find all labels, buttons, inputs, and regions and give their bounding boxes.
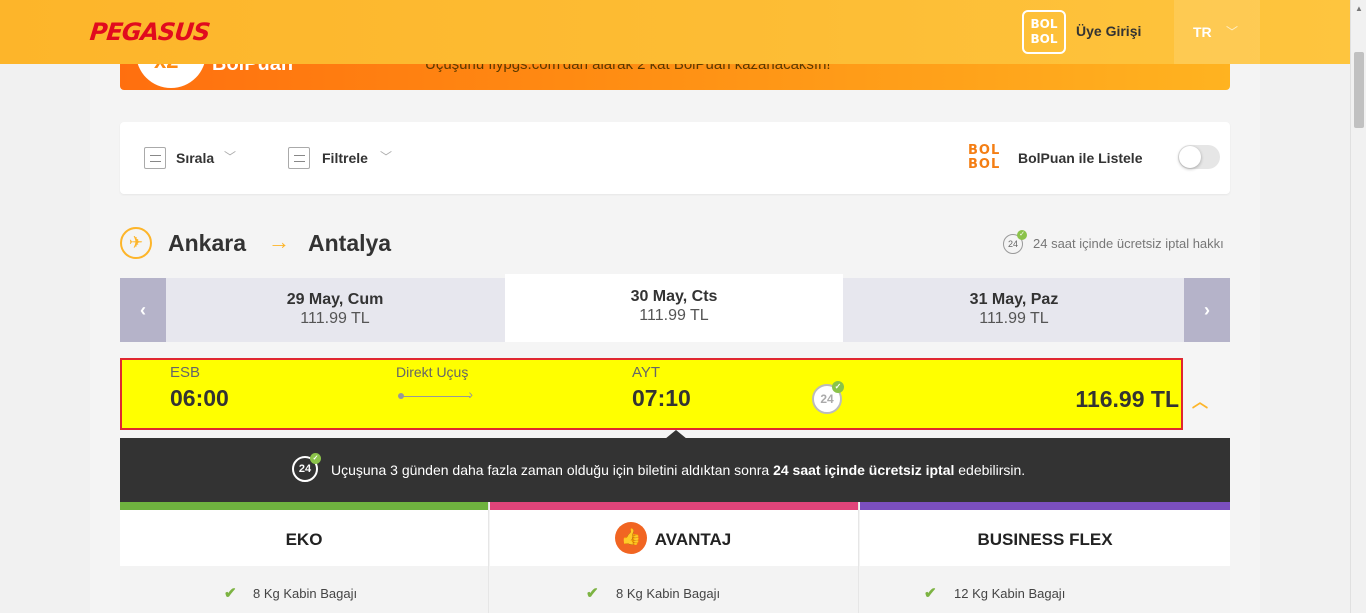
plane-icon: ✈ (120, 227, 152, 259)
chevron-down-icon[interactable]: ﹀ (380, 148, 392, 165)
prev-date-button[interactable]: ‹ (120, 278, 166, 342)
cancel-icon-label: 24 (1007, 239, 1018, 249)
date-option[interactable]: 31 May, Paz 111.99 TL (844, 278, 1184, 342)
filter-icon[interactable] (288, 147, 310, 169)
check-icon: ✓ (832, 381, 844, 393)
fare-feature: 12 Kg Kabin Bagajı (954, 586, 1066, 601)
route-origin: Ankara (168, 230, 246, 256)
date-option-selected[interactable]: 30 May, Cts 111.99 TL (505, 274, 843, 342)
date-option[interactable]: 29 May, Cum 111.99 TL (166, 278, 504, 342)
toggle-knob (1179, 146, 1201, 168)
check-icon: ✓ (1017, 230, 1027, 240)
scrollbar-thumb[interactable] (1354, 52, 1364, 128)
free-cancel-info-bar: 24 ✓ Uçuşuna 3 günden daha fazla zaman o… (120, 438, 1230, 502)
free-cancel-24h-icon: 24 ✓ (292, 453, 321, 482)
date-price: 111.99 TL (639, 307, 709, 324)
fare-business-flex[interactable]: BUSINESS FLEX ✔ 12 Kg Kabin Bagajı (860, 502, 1230, 613)
departure-time: 06:00 (170, 385, 229, 411)
check-icon: ✔ (924, 585, 937, 602)
sort-button[interactable]: Sırala (176, 150, 214, 166)
info-text-part: edebilirsin. (954, 462, 1026, 478)
fare-eko[interactable]: EKO ✔ 8 Kg Kabin Bagajı (120, 502, 489, 613)
fare-title: BUSINESS FLEX (977, 530, 1113, 549)
fare-features: ✔ 8 Kg Kabin Bagajı (490, 566, 858, 613)
bolbol-icon[interactable]: BOL BOL (1022, 10, 1066, 54)
free-cancel-24h-icon: 24 ✓ (1003, 230, 1027, 254)
bolpuan-list-label: BolPuan ile Listele (1018, 150, 1143, 166)
page-scrollbar[interactable]: ▲ (1350, 0, 1366, 613)
bolbol-icon-top: BOL (1030, 17, 1058, 31)
route-destination: Antalya (308, 230, 392, 256)
fare-features: ✔ 8 Kg Kabin Bagajı (120, 566, 488, 613)
fare-color-strip (860, 502, 1230, 510)
date-price: 111.99 TL (300, 310, 370, 327)
date-label: 30 May, Cts (630, 288, 718, 305)
date-price: 111.99 TL (979, 310, 1049, 327)
departure-airport: ESB (170, 364, 201, 381)
date-label: 29 May, Cum (286, 291, 384, 308)
fare-avantaj[interactable]: 👍 AVANTAJ ✔ 8 Kg Kabin Bagajı (490, 502, 859, 613)
bolbol-logo-top: BOL (968, 143, 1001, 158)
scroll-up-icon[interactable]: ▲ (1355, 4, 1363, 13)
fare-color-strip (120, 502, 488, 510)
fare-color-strip (490, 502, 858, 510)
language-selector[interactable]: TR ﹀ (1174, 0, 1260, 64)
info-text-bold: 24 saat içinde ücretsiz iptal (773, 462, 955, 478)
arrival-airport: AYT (632, 364, 661, 381)
pegasus-logo[interactable]: PEGASUS (89, 18, 211, 46)
check-icon: ✔ (586, 585, 599, 602)
filter-button[interactable]: Filtrele (322, 150, 368, 166)
bolbol-logo-bottom: BOL (968, 157, 1001, 172)
sort-filter-toolbar: Sırala ﹀ Filtrele ﹀ BOL BOL BolPuan ile … (120, 122, 1230, 194)
route-line-icon (398, 386, 473, 402)
fare-feature: 8 Kg Kabin Bagajı (253, 586, 358, 601)
fare-features: ✔ 12 Kg Kabin Bagajı (860, 566, 1230, 613)
date-selector: ‹ 29 May, Cum 111.99 TL 30 May, Cts 111.… (120, 274, 1230, 342)
chevron-down-icon[interactable]: ﹀ (224, 148, 236, 165)
next-date-button[interactable]: › (1184, 278, 1230, 342)
bolbol-icon-bottom: BOL (1030, 32, 1058, 46)
bolpuan-list-toggle[interactable] (1178, 145, 1220, 169)
fare-title: AVANTAJ (654, 530, 732, 549)
bolbol-logo-icon: BOL BOL (968, 144, 1002, 172)
arrow-right-icon: → (268, 229, 290, 254)
language-label: TR (1193, 24, 1212, 40)
cancel-icon-label: 24 (298, 463, 312, 475)
fare-options: EKO ✔ 8 Kg Kabin Bagajı 👍 AVANTAJ ✔ 8 Kg… (120, 502, 1230, 613)
flight-type: Direkt Uçuş (396, 364, 469, 380)
flight-price: 116.99 TL (1075, 386, 1179, 412)
member-login-link[interactable]: Üye Girişi (1076, 23, 1141, 39)
free-cancel-note: 24 saat içinde ücretsiz iptal hakkı (1033, 236, 1224, 251)
arrival-time: 07:10 (632, 385, 691, 411)
chevron-down-icon: ﹀ (1226, 25, 1239, 39)
sort-icon[interactable] (144, 147, 166, 169)
fare-feature: 8 Kg Kabin Bagajı (616, 586, 721, 601)
check-icon: ✓ (310, 453, 321, 464)
flight-row[interactable]: ESB 06:00 Direkt Uçuş AYT 07:10 24 ✓ 116… (120, 358, 1183, 430)
check-icon: ✔ (224, 585, 237, 602)
free-cancel-24h-icon: 24 ✓ (812, 381, 844, 414)
chevron-up-icon[interactable]: ︿ (1192, 388, 1208, 412)
cancel-icon-label: 24 (820, 392, 834, 406)
info-text-part: Uçuşuna 3 günden daha fazla zaman olduğu… (331, 462, 774, 478)
date-label: 31 May, Paz (969, 291, 1059, 308)
free-cancel-info-text: Uçuşuna 3 günden daha fazla zaman olduğu… (331, 462, 1025, 478)
site-header: PEGASUS BOL BOL Üye Girişi TR ﹀ (0, 0, 1350, 64)
fare-title: EKO (285, 530, 323, 549)
